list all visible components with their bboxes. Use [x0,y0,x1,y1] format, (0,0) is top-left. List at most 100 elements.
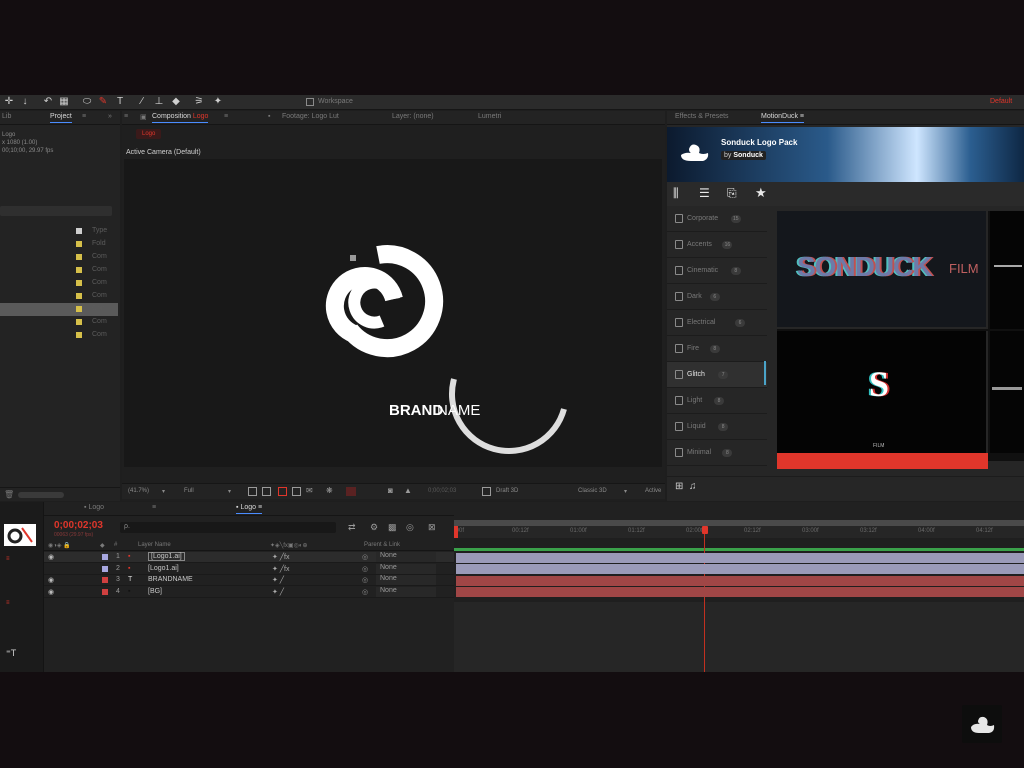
layer-duration-bar[interactable] [456,587,1024,597]
snapshot-icon[interactable]: ◙ [388,486,393,495]
category-item[interactable]: Light 8 [667,388,767,414]
chevron-down-icon[interactable]: ▾ [228,488,231,495]
category-scrollbar[interactable] [764,361,766,385]
draft3d-switch-icon[interactable]: ⚙ [370,522,378,533]
shy-icon[interactable]: ▩ [388,522,397,533]
tab-effects-presets[interactable]: Effects & Presets [675,113,729,120]
preview-tile-sonduck[interactable]: SONDUCK FILM [777,211,988,329]
ellipse-tool-icon[interactable]: ⬭ [81,96,93,108]
graph-editor-icon[interactable]: ⊠ [428,522,436,533]
panel-menu-icon[interactable]: ≡ [224,113,228,120]
clone-stamp-icon[interactable]: ⊥ [153,96,165,108]
preview-tile-glitch-s[interactable]: S FILM [777,331,988,453]
transparency-grid-icon[interactable] [262,487,271,496]
category-item[interactable]: Dark 6 [667,284,767,310]
tab-composition[interactable]: Composition Logo [152,113,209,123]
channel-icon[interactable]: ✉ [306,486,313,495]
project-item[interactable]: Com [0,251,118,264]
timeline-timecode[interactable]: 0;00;02;03 [54,520,103,531]
region-of-interest-icon[interactable] [248,487,257,496]
trash-icon[interactable]: 🗑 [4,490,14,499]
category-item[interactable]: Electrical 6 [667,310,767,336]
project-item[interactable]: Com [0,329,118,342]
lock-icon[interactable]: ≡ [124,113,128,120]
panel-menu-icon[interactable]: ≡ [82,113,86,120]
project-search-input[interactable] [0,206,112,216]
comp-subtab[interactable]: Logo [136,129,162,139]
draft-3d-icon[interactable] [482,487,491,496]
color-icon[interactable]: ❋ [326,486,333,495]
panel-menu-icon[interactable]: ≡ [152,504,156,511]
project-item[interactable]: Com [0,316,118,329]
favorite-star-icon[interactable]: ★ [755,185,767,201]
chevron-down-icon[interactable]: ▾ [162,488,165,495]
preview-tile-2[interactable] [990,211,1024,329]
category-item[interactable]: Accents 16 [667,232,767,258]
project-item[interactable]: Com [0,303,118,316]
project-item[interactable]: Com [0,277,118,290]
layer-duration-bar[interactable] [456,575,1024,586]
category-item[interactable]: Minimal 8 [667,440,767,466]
chevron-down-icon[interactable]: ▾ [624,488,627,495]
project-item[interactable]: Fold [0,238,118,251]
adjust-icon[interactable]: ⫼ [673,186,679,201]
resolution-dropdown[interactable]: Full [184,488,194,494]
layer-duration-bar[interactable] [456,564,1024,574]
tab-motionduck[interactable]: MotionDuck ≡ [761,113,804,123]
timeline-search-input[interactable]: ρ. [120,522,336,533]
project-item[interactable]: Type [0,225,118,238]
snapping-checkbox[interactable] [306,98,314,106]
preview-tile-4[interactable] [990,331,1024,453]
layer-duration-bar[interactable] [456,552,1024,563]
comp-viewer[interactable]: BRAND NAME [124,159,662,467]
comp-timecode[interactable]: 0;00;02;03 [428,488,456,494]
category-item[interactable]: Fire 8 [667,336,767,362]
workspace-label[interactable]: Default [990,98,1012,105]
project-item[interactable]: Com [0,290,118,303]
show-snapshot-icon[interactable]: ▲ [404,486,412,495]
tab-footage[interactable]: Footage: Logo Lut [282,113,339,120]
pan-behind-icon[interactable]: ↓ [19,96,31,108]
camera-tool-icon[interactable]: ▦ [58,96,70,108]
exposure-icon[interactable] [346,487,356,496]
type-icon[interactable]: ⁼T [6,648,16,659]
music-icon[interactable]: ♫ [689,481,697,492]
category-item[interactable]: Corporate 15 [667,206,767,232]
mask-visibility-icon[interactable] [278,487,287,496]
tab-timeline-1[interactable]: ▪ Logo [84,504,104,511]
tab-layer[interactable]: Layer: (none) [392,113,434,120]
category-item[interactable]: Liquid 8 [667,414,767,440]
work-area-start-handle[interactable] [454,526,458,538]
renderer-dropdown[interactable]: Classic 3D [578,488,607,494]
tab-timeline-2[interactable]: ▪ Logo ≡ [236,504,263,514]
view-dropdown[interactable]: Active [645,488,661,494]
col-layer-name[interactable]: Layer Name [138,542,171,548]
tab-lumetri[interactable]: Lumetri [478,113,501,120]
brush-tool-icon[interactable]: ∕ [136,96,148,108]
motion-blur-icon[interactable]: ◎ [406,522,414,533]
col-parent[interactable]: Parent & Link [364,542,400,548]
playhead-handle[interactable] [702,526,708,534]
zoom-dropdown[interactable]: (41.7%) [128,488,149,494]
tab-lib[interactable]: Lib [2,113,11,120]
expand-icon[interactable]: » [108,113,112,120]
type-tool-icon[interactable]: T [114,96,126,108]
layers-icon[interactable]: ☰ [699,186,710,200]
category-item[interactable]: Glitch 7 [667,362,767,388]
time-ruler[interactable]: :00f 00:12f 01:00f 01:12f 02:00f 02:12f 03:00f… [454,526,1024,538]
eraser-tool-icon[interactable]: ◆ [170,96,182,108]
comp-flow-icon[interactable]: ⇄ [348,522,356,533]
pen-tool-icon[interactable]: ✎ [97,96,109,108]
category-item[interactable]: Cinematic 8 [667,258,767,284]
tab-project[interactable]: Project [50,113,72,123]
rotate-tool-icon[interactable]: ↶ [42,96,54,108]
project-scrollbar[interactable] [18,492,64,498]
grid-icon[interactable] [292,487,301,496]
add-file-icon[interactable]: ⎘ [727,186,737,201]
draft-3d-label[interactable]: Draft 3D [496,488,518,494]
add-icon[interactable]: ⊞ [675,481,683,492]
project-item[interactable]: Com [0,264,118,277]
roto-brush-icon[interactable]: ⚞ [193,96,205,108]
puppet-pin-icon[interactable]: ✦ [212,96,224,108]
move-tool-icon[interactable]: ✛ [3,96,15,108]
